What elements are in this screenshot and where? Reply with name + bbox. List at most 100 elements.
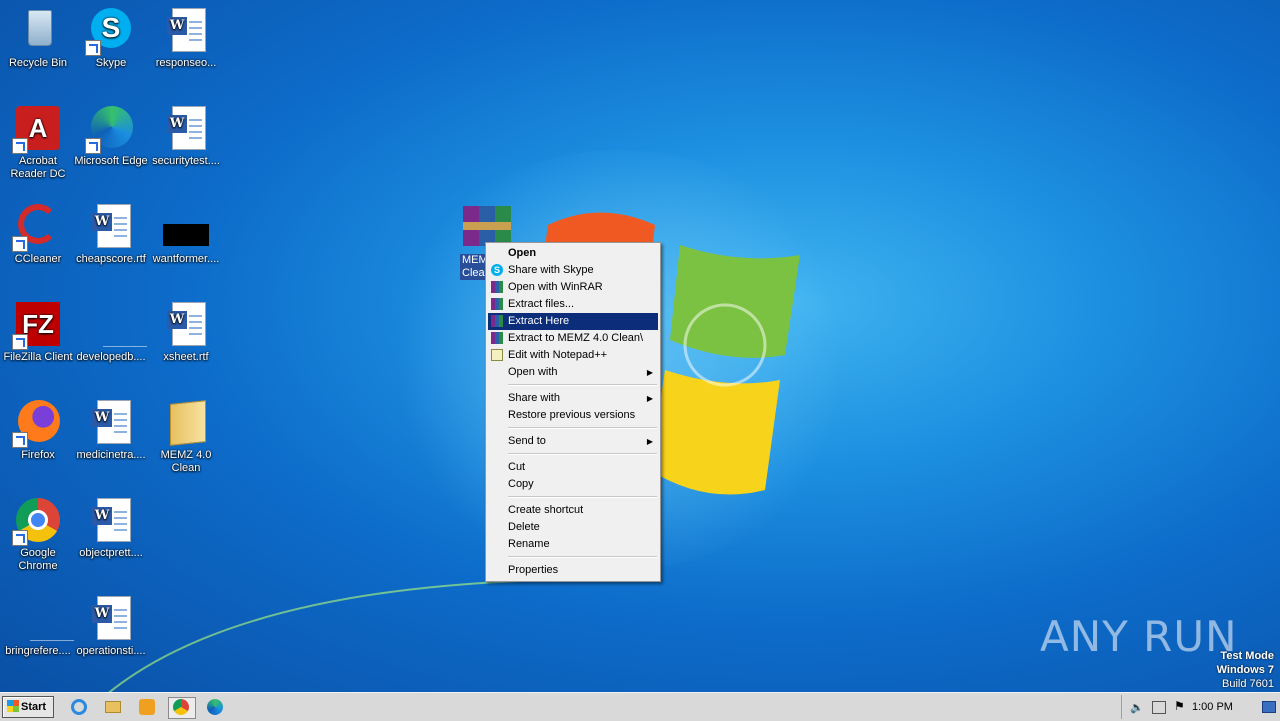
winrar-icon <box>491 332 503 344</box>
menu-separator <box>508 556 657 558</box>
shortcut-arrow-icon <box>12 530 28 546</box>
menu-item-share-with-skype[interactable]: S Share with Skype <box>488 262 658 279</box>
shortcut-arrow-icon <box>85 138 101 154</box>
blank-file-icon <box>14 594 74 642</box>
edge-icon <box>207 699 223 715</box>
firefox-icon <box>12 398 62 448</box>
desktop-icon-chrome[interactable]: Google Chrome <box>0 496 76 573</box>
desktop-icon-xsheet[interactable]: W xsheet.rtf <box>148 300 224 364</box>
menu-separator <box>508 496 657 498</box>
taskbar-explorer[interactable] <box>102 697 124 717</box>
desktop-icon-acrobat[interactable]: A Acrobat Reader DC <box>0 104 76 181</box>
notepadpp-icon <box>491 349 503 361</box>
menu-item-extract-files[interactable]: Extract files... <box>488 296 658 313</box>
menu-item-extract-to-folder[interactable]: Extract to MEMZ 4.0 Clean\ <box>488 330 658 347</box>
anyrun-logo: ANY RUN <box>1040 612 1238 661</box>
menu-item-extract-here[interactable]: Extract Here <box>488 313 658 330</box>
word-document-icon: W <box>87 202 135 250</box>
word-document-icon: W <box>162 104 210 152</box>
desktop-icon-operationsti[interactable]: W operationsti.... <box>73 594 149 658</box>
show-desktop-icon[interactable] <box>1262 701 1276 713</box>
menu-item-properties[interactable]: Properties <box>488 562 658 579</box>
word-document-icon: W <box>87 398 135 446</box>
desktop-icon-objectprett[interactable]: W objectprett.... <box>73 496 149 560</box>
blank-file-icon <box>87 300 147 348</box>
clock[interactable]: 1:00 PM <box>1192 701 1233 713</box>
shortcut-arrow-icon <box>12 334 28 350</box>
winrar-archive-icon <box>463 206 511 246</box>
internet-explorer-icon <box>71 699 87 715</box>
selected-archive-label: MEM Clea <box>460 254 488 280</box>
menu-item-copy[interactable]: Copy <box>488 476 658 493</box>
shortcut-arrow-icon <box>12 138 28 154</box>
shortcut-arrow-icon <box>12 432 28 448</box>
desktop-icon-edge[interactable]: Microsoft Edge <box>73 104 149 168</box>
acrobat-icon: A <box>12 104 62 154</box>
word-document-icon: W <box>87 496 135 544</box>
action-center-flag-icon[interactable]: ⚑ <box>1174 699 1185 713</box>
taskbar-chrome[interactable] <box>168 697 196 719</box>
menu-separator <box>508 427 657 429</box>
submenu-arrow-icon: ▶ <box>646 368 653 377</box>
taskbar: Start 🔈 ⚑ 1:00 PM <box>0 692 1280 721</box>
menu-item-restore-previous-versions[interactable]: Restore previous versions <box>488 407 658 424</box>
winrar-icon <box>491 298 503 310</box>
menu-item-open[interactable]: Open <box>488 245 658 262</box>
speaker-icon[interactable]: 🔈 <box>1130 701 1144 714</box>
desktop-icon-filezilla[interactable]: FZ FileZilla Client <box>0 300 76 364</box>
menu-item-send-to[interactable]: Send to ▶ <box>488 433 658 450</box>
desktop-icon-cheapscore[interactable]: W cheapscore.rtf <box>73 202 149 266</box>
skype-icon: S <box>85 6 135 56</box>
desktop-icon-securitytest[interactable]: W securitytest.... <box>148 104 224 168</box>
windows-test-mode-watermark: Test Mode Windows 7 Build 7601 <box>1216 650 1274 690</box>
desktop-icon-skype[interactable]: S Skype <box>73 6 149 70</box>
desktop-icon-recycle-bin[interactable]: Recycle Bin <box>0 6 76 70</box>
winrar-icon <box>491 281 503 293</box>
menu-item-open-with[interactable]: Open with ▶ <box>488 364 658 381</box>
chrome-icon <box>12 496 62 546</box>
media-player-icon <box>139 699 155 715</box>
word-document-icon: W <box>87 594 135 642</box>
taskbar-edge[interactable] <box>204 697 226 717</box>
windows-flag-icon <box>7 700 19 712</box>
word-document-icon: W <box>162 300 210 348</box>
black-file-icon <box>162 202 210 250</box>
word-document-icon: W <box>162 6 210 54</box>
shortcut-arrow-icon <box>12 236 28 252</box>
skype-icon: S <box>491 264 503 276</box>
desktop-icon-bringrefere[interactable]: bringrefere.... <box>0 594 76 658</box>
explorer-folder-icon <box>105 701 121 713</box>
submenu-arrow-icon: ▶ <box>646 394 653 403</box>
recycle-bin-icon <box>14 6 62 54</box>
folder-icon <box>162 398 210 446</box>
menu-item-rename[interactable]: Rename <box>488 536 658 553</box>
filezilla-icon: FZ <box>12 300 62 350</box>
winrar-icon <box>491 315 503 327</box>
context-menu: Open S Share with Skype Open with WinRAR… <box>485 242 661 582</box>
desktop-icon-memz-folder[interactable]: MEMZ 4.0 Clean <box>148 398 224 475</box>
start-button[interactable]: Start <box>2 696 54 718</box>
menu-separator <box>508 453 657 455</box>
menu-item-cut[interactable]: Cut <box>488 459 658 476</box>
chrome-icon <box>173 699 189 715</box>
taskbar-internet-explorer[interactable] <box>68 697 90 717</box>
menu-item-edit-with-notepadpp[interactable]: Edit with Notepad++ <box>488 347 658 364</box>
system-tray: 🔈 ⚑ 1:00 PM <box>1121 695 1280 719</box>
menu-item-open-with-winrar[interactable]: Open with WinRAR <box>488 279 658 296</box>
desktop-icon-medicinetra[interactable]: W medicinetra.... <box>73 398 149 462</box>
edge-icon <box>85 104 135 154</box>
menu-item-share-with[interactable]: Share with ▶ <box>488 390 658 407</box>
desktop-icon-wantformer[interactable]: wantformer.... <box>148 202 224 266</box>
submenu-arrow-icon: ▶ <box>646 437 653 446</box>
desktop-icon-developedb[interactable]: developedb.... <box>73 300 149 364</box>
shortcut-arrow-icon <box>85 40 101 56</box>
menu-item-create-shortcut[interactable]: Create shortcut <box>488 502 658 519</box>
menu-separator <box>508 384 657 386</box>
network-icon[interactable] <box>1152 701 1166 714</box>
desktop-icon-firefox[interactable]: Firefox <box>0 398 76 462</box>
desktop-icon-ccleaner[interactable]: CCleaner <box>0 202 76 266</box>
taskbar-media-player[interactable] <box>136 697 158 717</box>
ccleaner-icon <box>12 202 62 252</box>
menu-item-delete[interactable]: Delete <box>488 519 658 536</box>
desktop-icon-responseo[interactable]: W responseo... <box>148 6 224 70</box>
